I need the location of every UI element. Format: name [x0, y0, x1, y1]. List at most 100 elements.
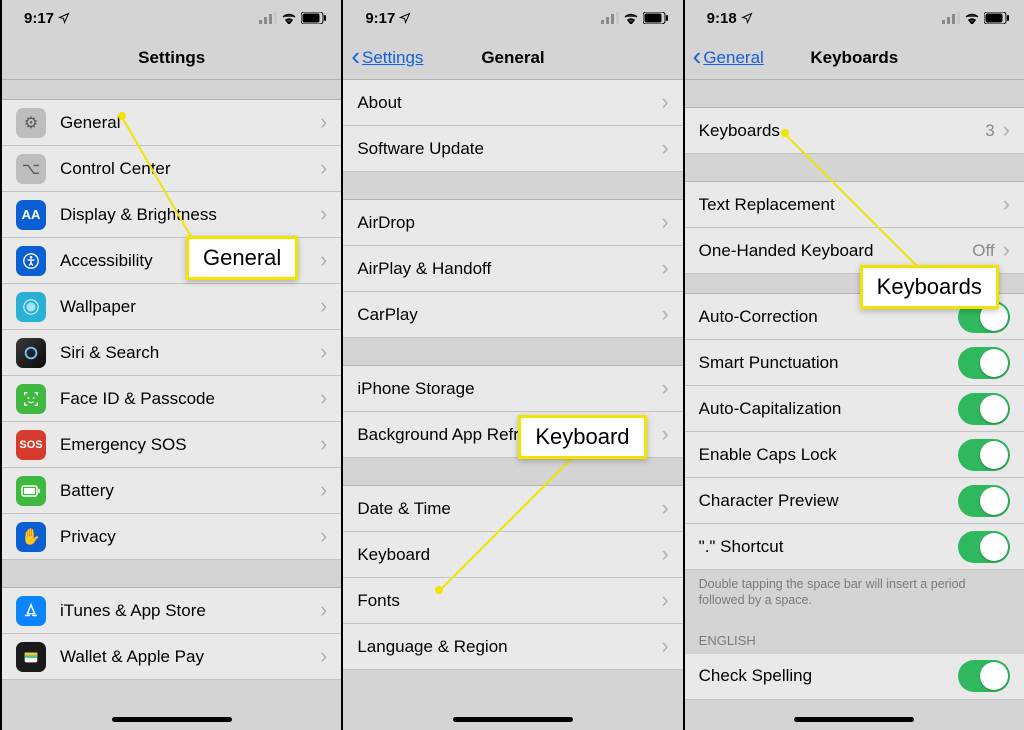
gear-icon: ⚙	[16, 108, 46, 138]
hand-icon: ✋	[16, 522, 46, 552]
general-list: About › Software Update › AirDrop › AirP…	[343, 80, 682, 670]
row-sos[interactable]: SOS Emergency SOS ›	[2, 422, 341, 468]
row-keyboard[interactable]: Keyboard ›	[343, 532, 682, 578]
sliders-icon: ⌥	[16, 154, 46, 184]
signal-icon	[942, 12, 960, 24]
home-indicator[interactable]	[453, 717, 573, 722]
toggle-check-spelling[interactable]	[958, 660, 1010, 692]
row-privacy[interactable]: ✋ Privacy ›	[2, 514, 341, 560]
location-icon	[741, 12, 753, 24]
row-siri[interactable]: Siri & Search ›	[2, 330, 341, 376]
panel-general: 9:17 ‹ Settings General About › Software…	[341, 0, 682, 730]
signal-icon	[601, 12, 619, 24]
row-keyboards[interactable]: Keyboards 3 ›	[685, 108, 1024, 154]
row-battery[interactable]: Battery ›	[2, 468, 341, 514]
title-bar: ‹ Settings General	[343, 36, 682, 80]
chevron-right-icon: ›	[320, 385, 327, 411]
chevron-right-icon: ›	[661, 587, 668, 613]
row-fonts[interactable]: Fonts ›	[343, 578, 682, 624]
page-title: Keyboards	[810, 48, 898, 68]
battery-icon	[984, 12, 1010, 24]
row-general[interactable]: ⚙ General ›	[2, 100, 341, 146]
title-bar: ‹ General Keyboards	[685, 36, 1024, 80]
row-wallpaper[interactable]: Wallpaper ›	[2, 284, 341, 330]
chevron-right-icon: ›	[661, 301, 668, 327]
row-airplay[interactable]: AirPlay & Handoff ›	[343, 246, 682, 292]
location-icon	[58, 12, 70, 24]
title-bar: Settings	[2, 36, 341, 80]
chevron-right-icon: ›	[661, 375, 668, 401]
row-check-spelling[interactable]: Check Spelling	[685, 654, 1024, 700]
section-english: ENGLISH	[685, 619, 1024, 654]
status-bar: 9:17	[343, 0, 682, 36]
toggle-period-shortcut[interactable]	[958, 531, 1010, 563]
row-period-shortcut[interactable]: "." Shortcut	[685, 524, 1024, 570]
wallpaper-icon	[16, 292, 46, 322]
back-button[interactable]: ‹ Settings	[351, 36, 423, 79]
row-faceid[interactable]: Face ID & Passcode ›	[2, 376, 341, 422]
chevron-right-icon: ›	[320, 431, 327, 457]
chevron-right-icon: ›	[1003, 191, 1010, 217]
chevron-right-icon: ›	[1003, 237, 1010, 263]
back-button[interactable]: ‹ General	[693, 36, 764, 79]
row-display[interactable]: AA Display & Brightness ›	[2, 192, 341, 238]
chevron-right-icon: ›	[320, 643, 327, 669]
display-icon: AA	[16, 200, 46, 230]
row-language[interactable]: Language & Region ›	[343, 624, 682, 670]
sos-icon: SOS	[16, 430, 46, 460]
wifi-icon	[281, 12, 297, 24]
row-software-update[interactable]: Software Update ›	[343, 126, 682, 172]
chevron-right-icon: ›	[320, 339, 327, 365]
callout-label: General	[186, 236, 298, 280]
status-bar: 9:17	[2, 0, 341, 36]
row-char-preview[interactable]: Character Preview	[685, 478, 1024, 524]
wifi-icon	[623, 12, 639, 24]
row-storage[interactable]: iPhone Storage ›	[343, 366, 682, 412]
row-control-center[interactable]: ⌥ Control Center ›	[2, 146, 341, 192]
wallet-icon	[16, 642, 46, 672]
home-indicator[interactable]	[794, 717, 914, 722]
toggle-char-preview[interactable]	[958, 485, 1010, 517]
footer-note: Double tapping the space bar will insert…	[685, 570, 1024, 619]
chevron-right-icon: ›	[320, 597, 327, 623]
toggle-smart-punctuation[interactable]	[958, 347, 1010, 379]
page-title: General	[481, 48, 544, 68]
chevron-right-icon: ›	[661, 495, 668, 521]
battery-icon	[16, 476, 46, 506]
battery-icon	[643, 12, 669, 24]
status-time: 9:17	[365, 10, 411, 27]
chevron-right-icon: ›	[661, 633, 668, 659]
accessibility-icon	[16, 246, 46, 276]
chevron-right-icon: ›	[661, 255, 668, 281]
callout-label: Keyboard	[518, 415, 646, 459]
status-time: 9:17	[24, 10, 70, 27]
row-caps-lock[interactable]: Enable Caps Lock	[685, 432, 1024, 478]
chevron-right-icon: ›	[661, 421, 668, 447]
chevron-right-icon: ›	[320, 201, 327, 227]
callout-label: Keyboards	[860, 265, 999, 309]
toggle-auto-capitalization[interactable]	[958, 393, 1010, 425]
row-auto-capitalization[interactable]: Auto-Capitalization	[685, 386, 1024, 432]
status-time: 9:18	[707, 10, 753, 27]
battery-icon	[301, 12, 327, 24]
chevron-left-icon: ‹	[351, 43, 360, 69]
row-itunes[interactable]: iTunes & App Store ›	[2, 588, 341, 634]
chevron-right-icon: ›	[320, 109, 327, 135]
row-wallet[interactable]: Wallet & Apple Pay ›	[2, 634, 341, 680]
row-smart-punctuation[interactable]: Smart Punctuation	[685, 340, 1024, 386]
chevron-right-icon: ›	[320, 523, 327, 549]
row-datetime[interactable]: Date & Time ›	[343, 486, 682, 532]
chevron-right-icon: ›	[320, 247, 327, 273]
row-about[interactable]: About ›	[343, 80, 682, 126]
chevron-right-icon: ›	[1003, 117, 1010, 143]
siri-icon	[16, 338, 46, 368]
chevron-right-icon: ›	[661, 209, 668, 235]
toggle-caps-lock[interactable]	[958, 439, 1010, 471]
wifi-icon	[964, 12, 980, 24]
faceid-icon	[16, 384, 46, 414]
home-indicator[interactable]	[112, 717, 232, 722]
row-airdrop[interactable]: AirDrop ›	[343, 200, 682, 246]
settings-list: ⚙ General › ⌥ Control Center › AA Displa…	[2, 80, 341, 680]
keyboards-list: Keyboards 3 › Text Replacement › One-Han…	[685, 80, 1024, 700]
row-carplay[interactable]: CarPlay ›	[343, 292, 682, 338]
